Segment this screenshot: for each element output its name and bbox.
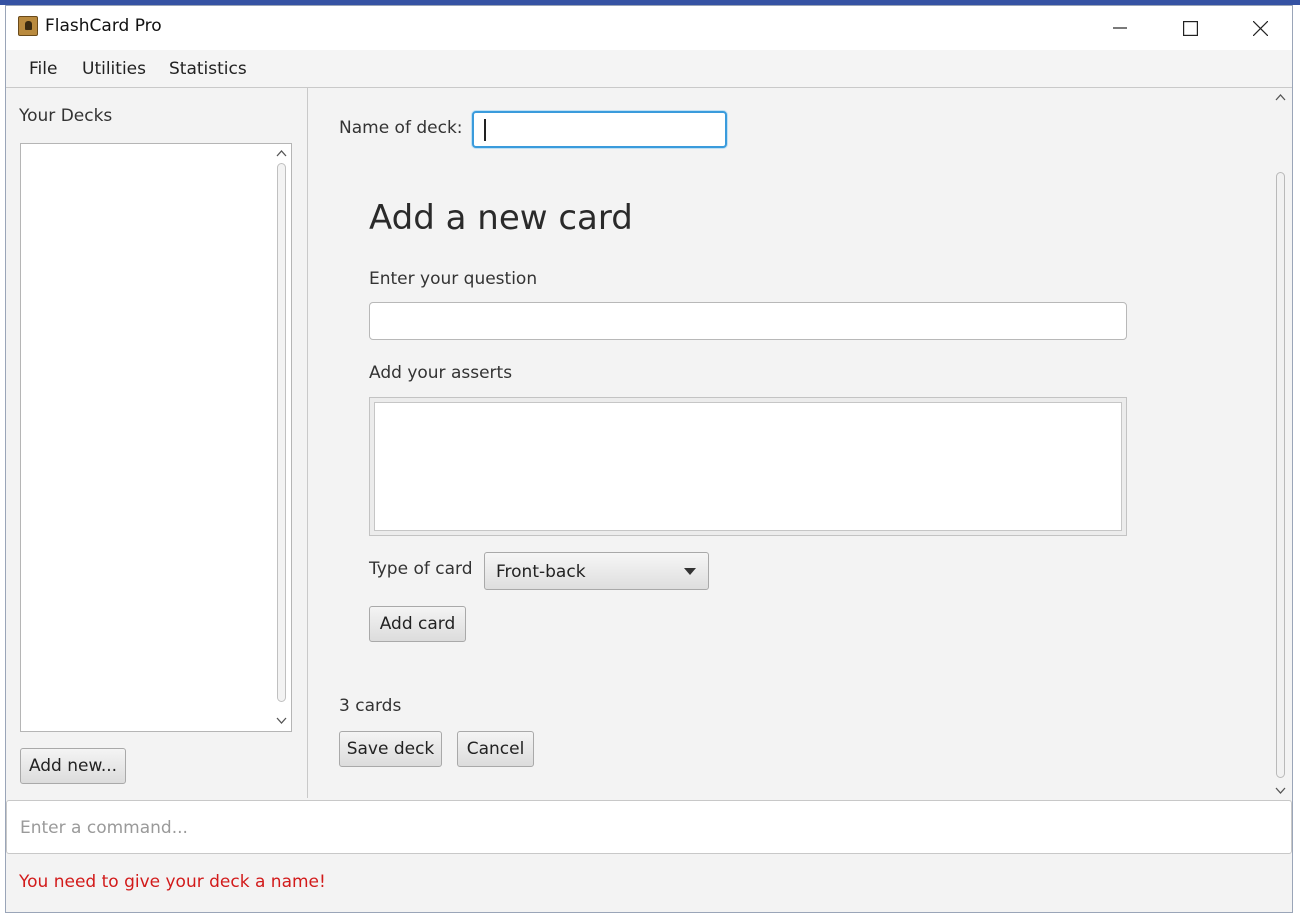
scrollbar-thumb[interactable]	[1276, 172, 1285, 778]
asserts-label: Add your asserts	[369, 363, 513, 383]
deck-list-scrollbar[interactable]	[273, 145, 290, 730]
maximize-button[interactable]	[1155, 6, 1225, 50]
menu-utilities[interactable]: Utilities	[82, 59, 146, 79]
card-type-value: Front-back	[496, 562, 586, 582]
close-icon	[1252, 20, 1268, 36]
deck-name-label: Name of deck:	[339, 118, 463, 138]
close-button[interactable]	[1225, 6, 1295, 50]
scrollbar-track[interactable]	[277, 163, 286, 702]
minimize-button[interactable]	[1085, 6, 1155, 50]
maximize-icon	[1182, 20, 1198, 36]
menu-file[interactable]: File	[29, 59, 57, 79]
text-caret	[484, 119, 486, 141]
menu-bar: File Utilities Statistics	[6, 50, 1292, 88]
command-input[interactable]: Enter a command...	[6, 800, 1292, 854]
asserts-textarea[interactable]	[374, 402, 1122, 531]
add-new-deck-button[interactable]: Add new...	[20, 748, 126, 784]
chevron-down-icon[interactable]	[1275, 785, 1286, 796]
chevron-down-icon[interactable]	[276, 715, 287, 726]
card-count: 3 cards	[339, 696, 402, 716]
deck-name-input[interactable]	[472, 111, 727, 148]
question-label: Enter your question	[369, 269, 538, 289]
chevron-up-icon[interactable]	[1275, 92, 1286, 103]
chevron-up-icon[interactable]	[276, 148, 287, 159]
decks-sidebar: Your Decks Add new...	[6, 88, 308, 798]
menu-statistics[interactable]: Statistics	[169, 59, 247, 79]
add-card-button[interactable]: Add card	[369, 606, 466, 642]
question-input[interactable]	[369, 302, 1127, 340]
deck-list[interactable]	[20, 143, 292, 732]
minimize-icon	[1113, 27, 1127, 29]
error-message: You need to give your deck a name!	[19, 872, 326, 892]
window-title: FlashCard Pro	[45, 16, 162, 36]
add-card-heading: Add a new card	[369, 198, 633, 238]
editor-scrollbar[interactable]	[1270, 88, 1292, 798]
deck-editor: Name of deck: Add a new card Enter your …	[309, 88, 1292, 798]
card-type-label: Type of card	[369, 559, 473, 579]
title-bar: FlashCard Pro	[6, 6, 1292, 50]
dropdown-arrow-icon	[684, 568, 696, 575]
card-type-select[interactable]: Front-back	[484, 552, 709, 590]
app-window: FlashCard Pro File Utilities Statistics …	[5, 5, 1293, 913]
save-deck-button[interactable]: Save deck	[339, 731, 442, 767]
asserts-container	[369, 397, 1127, 536]
sidebar-title: Your Decks	[19, 106, 113, 126]
app-icon	[18, 16, 38, 36]
cancel-button[interactable]: Cancel	[457, 731, 534, 767]
